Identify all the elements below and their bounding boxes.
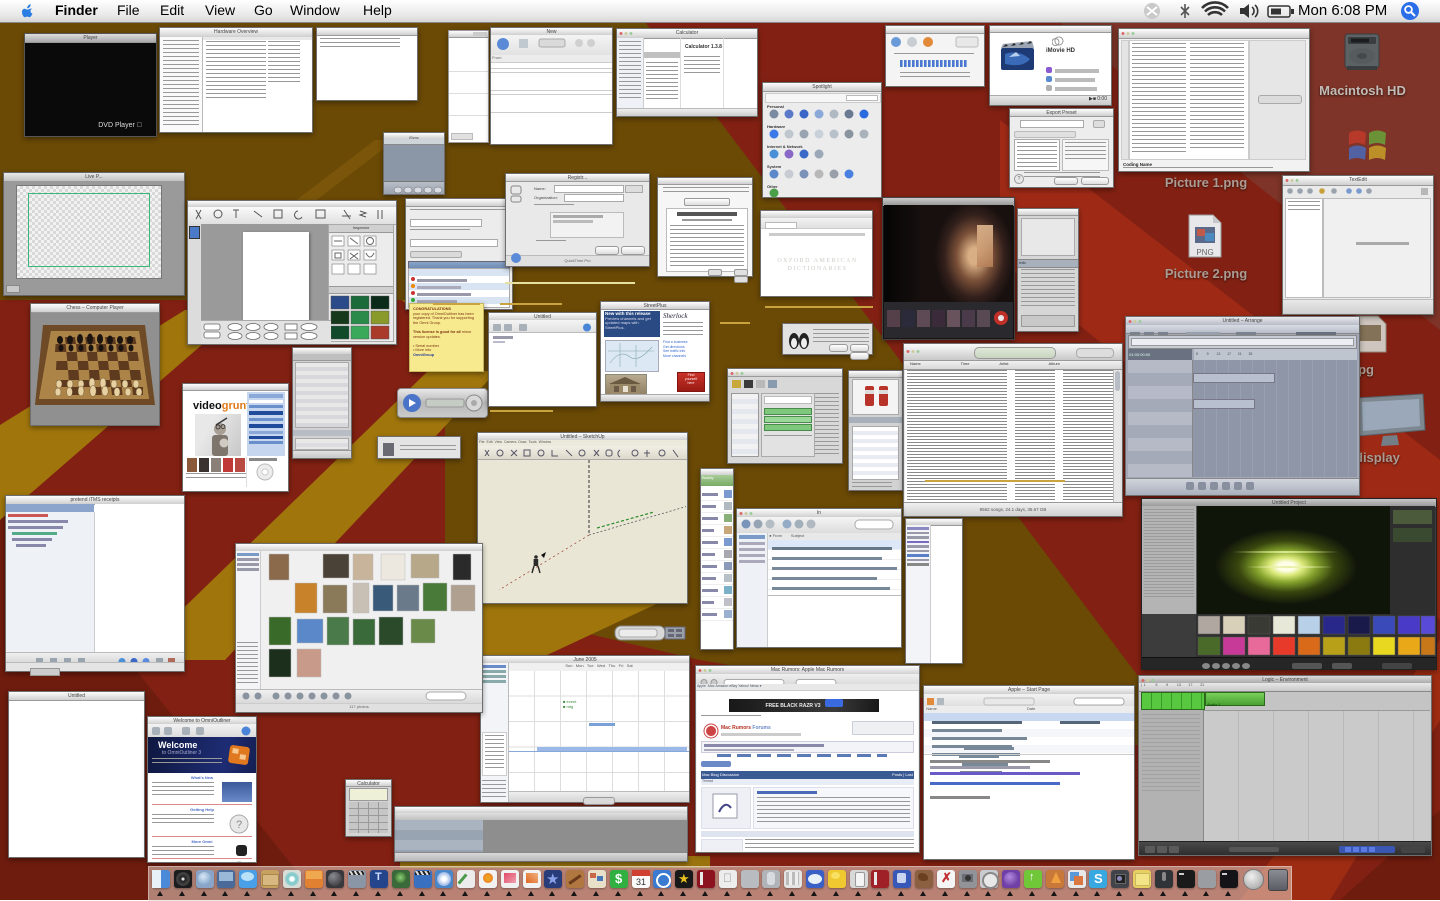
svg-text:PNG: PNG xyxy=(1196,248,1213,257)
svg-text:?: ? xyxy=(236,819,242,831)
